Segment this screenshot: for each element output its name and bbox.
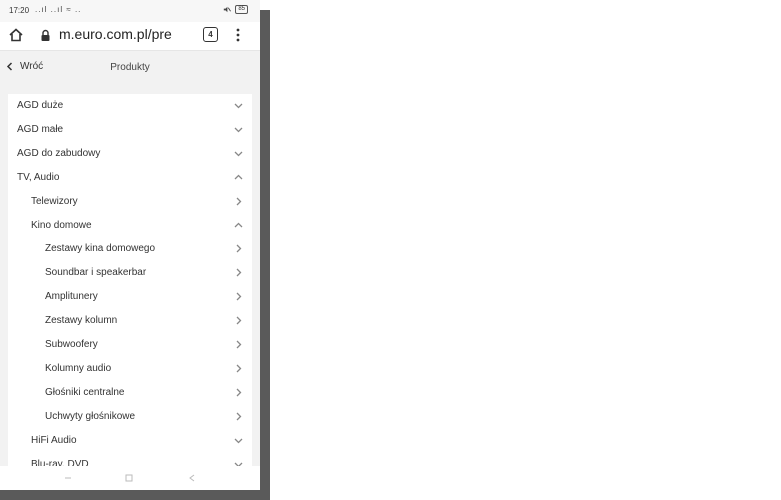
menu-item-label: Kolumny audio (45, 362, 112, 374)
chevron-up-icon (234, 222, 243, 227)
menu-item[interactable]: Głośniki centralne (8, 381, 252, 405)
signal-indicators: ..ıl ..ıl ≈ .. (35, 5, 82, 14)
menu-item[interactable]: Zestawy kolumn (8, 309, 252, 333)
url-field[interactable]: m.euro.com.pl/pre (59, 26, 187, 42)
chevron-right-icon (236, 292, 242, 301)
nav-menu-icon[interactable] (64, 474, 72, 482)
menu-item[interactable]: Uchwyty głośnikowe (8, 405, 252, 429)
chevron-down-icon (234, 127, 243, 133)
chevron-right-icon (236, 316, 242, 325)
page-title: Produkty (110, 62, 150, 73)
mute-icon (224, 6, 232, 13)
chevron-right-icon (236, 388, 242, 397)
more-vert-icon[interactable] (234, 27, 242, 43)
phone-screen: 17:20 ..ıl ..ıl ≈ .. 85 m.euro.com.pl/pr… (0, 0, 260, 490)
menu-item-label: AGD do zabudowy (17, 147, 101, 159)
system-nav-bar (0, 466, 260, 490)
menu-item-label: Zestawy kina domowego (45, 243, 156, 255)
chevron-right-icon (236, 268, 242, 277)
menu-item-label: Kino domowe (31, 219, 92, 231)
menu-item-label: TV, Audio (17, 171, 60, 183)
menu-item-label: Soundbar i speakerbar (45, 267, 147, 279)
lock-icon (41, 29, 50, 41)
frame-shadow-right (260, 10, 270, 500)
menu-item[interactable]: Zestawy kina domowego (8, 237, 252, 261)
menu-item[interactable]: Kino domowe (8, 214, 252, 238)
menu-item-label: Subwoofery (45, 339, 98, 350)
page-header: Wróć Produkty (0, 51, 260, 85)
chevron-right-icon (236, 244, 242, 253)
menu-item-label: Uchwyty głośnikowe (45, 410, 136, 422)
status-right: 85 (222, 5, 248, 14)
menu-item[interactable]: Subwoofery (8, 333, 252, 357)
menu-item[interactable]: Soundbar i speakerbar (8, 261, 252, 285)
menu-item-label: Telewizory (31, 195, 78, 207)
menu-item[interactable]: AGD duże (8, 94, 252, 118)
menu-item-label: AGD małe (17, 123, 64, 135)
chevron-up-icon (234, 174, 243, 180)
menu-item[interactable]: TV, Audio (8, 166, 252, 190)
menu-item[interactable]: AGD do zabudowy (8, 142, 252, 166)
chevron-right-icon (236, 412, 242, 421)
nav-back-icon[interactable] (188, 474, 196, 482)
category-list: AGD duże AGD małe AGD do zabudowy TV, Audio… (8, 94, 252, 474)
menu-item[interactable]: HiFi Audio (8, 429, 252, 453)
nav-home-icon[interactable] (125, 474, 133, 482)
chevron-right-icon (236, 340, 242, 349)
chevron-right-icon (236, 197, 242, 206)
frame-shadow-bottom (0, 490, 270, 500)
browser-address-bar: m.euro.com.pl/pre 4 (0, 22, 260, 51)
battery-indicator: 85 (235, 5, 248, 14)
menu-item-label: Amplitunery (45, 291, 98, 303)
chevron-down-icon (234, 438, 243, 444)
chevron-down-icon (234, 151, 243, 157)
menu-item[interactable]: Amplitunery (8, 285, 252, 309)
status-bar: 17:20 ..ıl ..ıl ≈ .. 85 (0, 0, 260, 22)
chevron-right-icon (236, 364, 242, 373)
menu-item-label: HiFi Audio (31, 434, 77, 446)
menu-item[interactable]: Telewizory (8, 190, 252, 214)
tab-switcher-button[interactable]: 4 (203, 27, 218, 42)
menu-item[interactable]: AGD małe (8, 118, 252, 142)
chevron-down-icon (234, 103, 243, 109)
menu-item-label: Głośniki centralne (45, 386, 125, 398)
status-time: 17:20 (9, 6, 30, 15)
menu-item[interactable]: Kolumny audio (8, 357, 252, 381)
home-icon[interactable] (8, 27, 24, 43)
menu-item-label: AGD duże (17, 100, 64, 111)
menu-item-label: Zestawy kolumn (45, 315, 118, 327)
